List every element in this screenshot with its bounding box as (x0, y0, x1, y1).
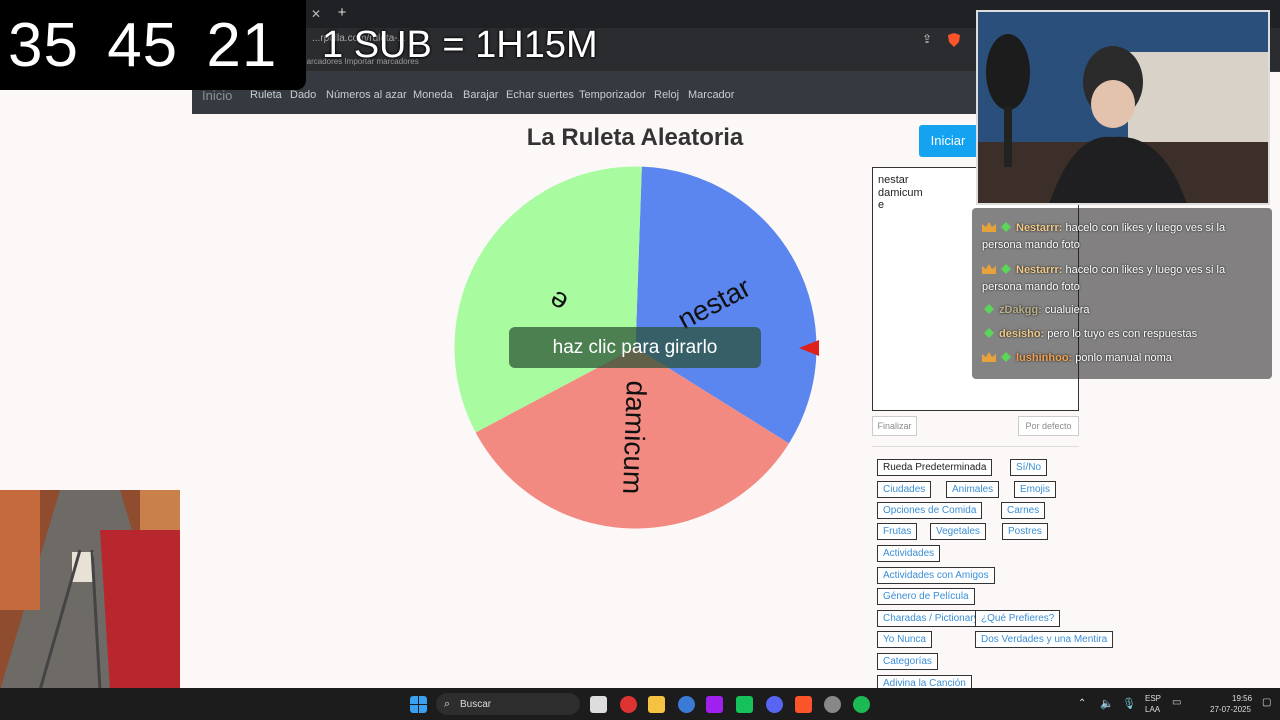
chat-text: cualuiera (1041, 304, 1090, 316)
gem-badge-icon (1001, 352, 1011, 362)
chat-text: ponlo manual noma (1072, 352, 1172, 364)
new-tab-icon[interactable]: + (334, 5, 350, 21)
preset-button[interactable]: Dos Verdades y una Mentira (975, 631, 1114, 648)
subathon-timer: 35 45 21 (8, 11, 278, 80)
app-icon-red[interactable] (620, 696, 637, 713)
nav-link-ruleta[interactable]: Ruleta (250, 89, 282, 101)
preset-button[interactable]: Ciudades (877, 481, 932, 498)
app-icon-grey[interactable] (824, 696, 841, 713)
preset-button[interactable]: Animales (946, 481, 1000, 498)
game-capture (0, 490, 180, 690)
nav-link-moneda[interactable]: Moneda (413, 89, 453, 101)
spotify-icon[interactable] (853, 696, 870, 713)
preset-button[interactable]: Charadas / Pictionary (877, 610, 985, 627)
taskbar (0, 688, 1280, 720)
tray-language[interactable]: ESP (1145, 694, 1161, 703)
task-view-icon[interactable] (590, 696, 607, 713)
speaker-icon[interactable]: 🔈 (1100, 697, 1114, 710)
chat-username[interactable]: desisho: (999, 328, 1044, 340)
crown-badge-icon (982, 264, 996, 274)
tray-time[interactable]: 19:56 (1232, 694, 1252, 703)
chat-username[interactable]: lushinhoo: (1016, 352, 1072, 364)
preset-button[interactable]: Categorías (877, 653, 938, 670)
default-button[interactable]: Por defecto (1018, 416, 1079, 436)
preset-button[interactable]: Actividades con Amigos (877, 567, 995, 584)
taskbar-search[interactable] (436, 693, 580, 715)
preset-button[interactable]: Rueda Predeterminada (877, 459, 993, 476)
brave-icon[interactable] (795, 696, 812, 713)
network-icon[interactable]: ▭ (1172, 697, 1181, 708)
start-button[interactable]: Iniciar (919, 125, 977, 157)
tab-close-icon[interactable]: ✕ (308, 6, 324, 22)
nav-link-barajar[interactable]: Barajar (463, 89, 498, 101)
preset-button[interactable]: Género de Película (877, 588, 975, 605)
wheel-label-damicum: damicum (617, 380, 652, 495)
preset-button[interactable]: Postres (1002, 523, 1048, 540)
preset-button[interactable]: Sí/No (1010, 459, 1048, 476)
tray-date[interactable]: 27-07-2025 (1210, 705, 1251, 714)
share-icon[interactable]: ⇪ (922, 32, 938, 48)
nav-link-números-al-azar[interactable]: Números al azar (326, 89, 407, 101)
nav-link-echar-suertes[interactable]: Echar suertes (506, 89, 574, 101)
nav-link-marcador[interactable]: Marcador (688, 89, 734, 101)
discord-icon[interactable] (766, 696, 783, 713)
chat-text: pero lo tuyo es con respuestas (1044, 328, 1198, 340)
preset-button[interactable]: Carnes (1001, 502, 1046, 519)
nav-brand-link[interactable]: Inicio (202, 88, 232, 103)
chevron-up-icon[interactable]: ⌃ (1078, 698, 1086, 709)
browser-app-icon[interactable] (678, 696, 695, 713)
preset-button[interactable]: Frutas (877, 523, 918, 540)
app-icon-purple[interactable] (706, 696, 723, 713)
nav-link-dado[interactable]: Dado (290, 89, 316, 101)
nav-link-temporizador[interactable]: Temporizador (579, 89, 646, 101)
spin-hint[interactable]: haz clic para girarlo (509, 327, 761, 368)
divider (872, 446, 1079, 447)
microphone-icon[interactable]: 🎙 (1122, 697, 1136, 710)
chat-message: lushinhoo: ponlo manual noma (982, 350, 1267, 367)
crown-badge-icon (982, 222, 996, 232)
taskbar-search-label: Buscar (460, 699, 492, 710)
brave-shield-icon[interactable] (946, 32, 962, 48)
preset-button[interactable]: ¿Qué Prefieres? (975, 610, 1061, 627)
finalize-button[interactable]: Finalizar (872, 416, 917, 436)
preset-button[interactable]: Emojis (1014, 481, 1057, 498)
crown-badge-icon (982, 352, 996, 362)
gem-badge-icon (1001, 222, 1011, 232)
gem-badge-icon (984, 328, 994, 338)
file-explorer-icon[interactable] (648, 696, 665, 713)
sub-rule-text: 1 SUB = 1H15M (322, 24, 598, 66)
chat-username[interactable]: Nestarrr: (1016, 222, 1062, 234)
chat-message: Nestarrr: hacelo con likes y luego ves s… (982, 220, 1267, 254)
tray-layout[interactable]: LAA (1145, 705, 1160, 714)
chat-message: Nestarrr: hacelo con likes y luego ves s… (982, 262, 1267, 296)
nav-link-reloj[interactable]: Reloj (654, 89, 679, 101)
webcam-feed (976, 10, 1270, 205)
preset-button[interactable]: Opciones de Comida (877, 502, 983, 519)
search-icon: ⌕ (444, 698, 451, 710)
webcam-image (978, 12, 1268, 203)
chat-username[interactable]: zDakgg: (999, 304, 1042, 316)
chat-message: desisho: pero lo tuyo es con respuestas (982, 326, 1267, 343)
windows-start-icon[interactable] (410, 696, 427, 713)
preset-button[interactable]: Vegetales (930, 523, 986, 540)
chat-username[interactable]: Nestarrr: (1016, 264, 1062, 276)
gem-badge-icon (984, 304, 994, 314)
gem-badge-icon (1001, 264, 1011, 274)
app-icon-green[interactable] (736, 696, 753, 713)
preset-button[interactable]: Actividades (877, 545, 941, 562)
preset-button[interactable]: Yo Nunca (877, 631, 932, 648)
notification-icon[interactable]: ▢ (1262, 697, 1271, 708)
wheel-pointer-icon (799, 340, 819, 356)
game-image (0, 490, 180, 690)
page-title: La Ruleta Aleatoria (526, 124, 744, 151)
chat-message: zDakgg: cualuiera (982, 302, 1267, 319)
